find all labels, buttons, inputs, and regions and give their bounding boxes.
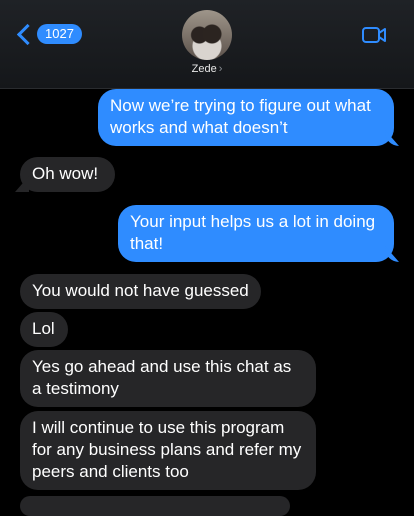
message-text: I will continue to use this program for … bbox=[32, 418, 302, 481]
message-text: You would not have guessed bbox=[32, 281, 249, 300]
chevron-left-icon bbox=[16, 23, 39, 45]
contact-name[interactable]: Zede › bbox=[0, 63, 414, 75]
message-bubble-outgoing[interactable]: Your input helps us a lot in doing that! bbox=[118, 205, 394, 262]
message-bubble-incoming[interactable]: Oh wow! bbox=[20, 157, 115, 192]
message-text: Your input helps us a lot in doing that! bbox=[130, 212, 376, 253]
message-text: Oh wow! bbox=[32, 164, 99, 183]
message-bubble-incoming[interactable]: Lol bbox=[20, 312, 68, 347]
message-bubble-outgoing[interactable]: Now we’re trying to figure out what work… bbox=[98, 89, 394, 146]
unread-count-badge: 1027 bbox=[37, 24, 82, 44]
message-bubble-incoming[interactable]: Yes go ahead and use this chat as a test… bbox=[20, 350, 316, 407]
contact-name-label: Zede bbox=[191, 63, 217, 75]
message-text: Now we’re trying to figure out what work… bbox=[110, 96, 371, 137]
message-text: Lol bbox=[32, 319, 55, 338]
chevron-right-icon: › bbox=[218, 63, 223, 75]
message-bubble-incoming[interactable]: You would not have guessed bbox=[20, 274, 261, 309]
video-camera-icon[interactable] bbox=[362, 26, 386, 44]
avatar[interactable] bbox=[182, 10, 232, 60]
message-bubble-incoming[interactable]: I will continue to use this program for … bbox=[20, 411, 316, 490]
back-button[interactable]: 1027 bbox=[14, 22, 82, 46]
message-text: Yes go ahead and use this chat as a test… bbox=[32, 357, 292, 398]
conversation-header: 1027 Zede › bbox=[0, 0, 414, 89]
message-bubble-incoming-partial[interactable] bbox=[20, 496, 290, 516]
